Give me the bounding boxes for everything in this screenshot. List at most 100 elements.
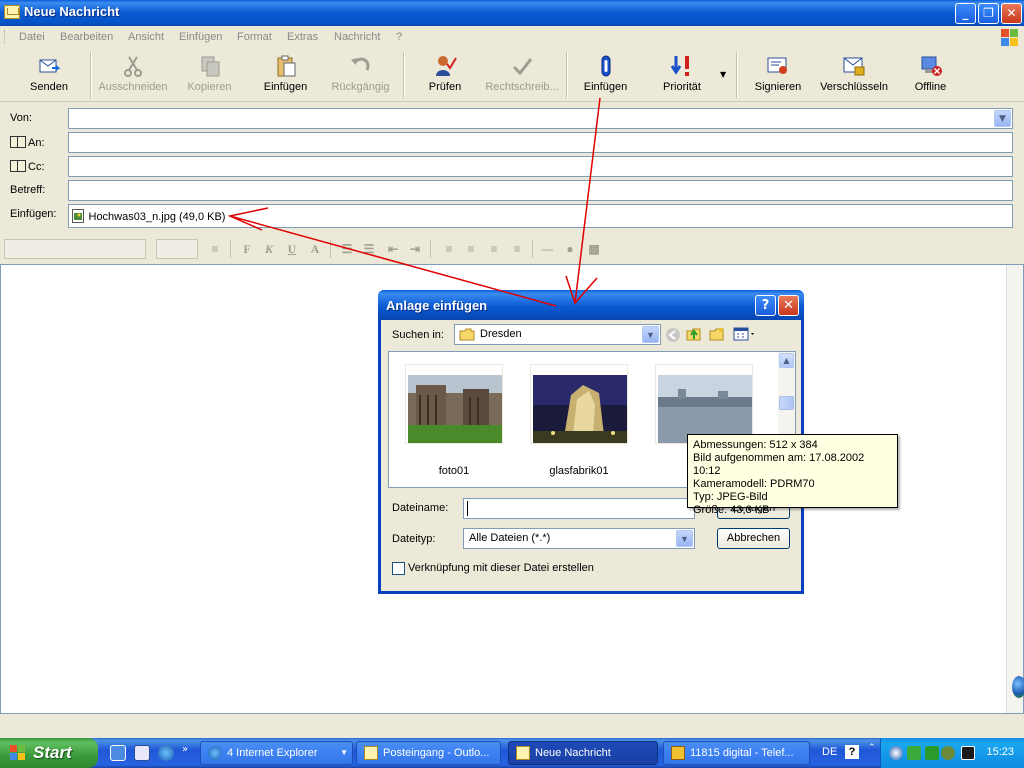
- offline-icon: [919, 54, 943, 78]
- dialog-titlebar[interactable]: Anlage einfügen ? ✕: [378, 290, 804, 320]
- tray-arrow-icon[interactable]: ⌃: [868, 743, 876, 753]
- sign-button[interactable]: Signieren: [752, 52, 804, 98]
- font-combo[interactable]: [4, 239, 146, 259]
- send-button[interactable]: Senden: [24, 52, 74, 98]
- attach-label: Einfügen:: [10, 208, 57, 220]
- quicklaunch-mail-icon[interactable]: [134, 745, 150, 761]
- scroll-up-icon[interactable]: ▲: [779, 353, 794, 368]
- filetype-combo[interactable]: Alle Dateien (*.*) ▼: [463, 528, 695, 549]
- bold-button[interactable]: F: [238, 240, 256, 258]
- undo-button[interactable]: Rückgängig: [328, 52, 393, 98]
- italic-button[interactable]: K: [260, 240, 278, 258]
- task-inbox[interactable]: Posteingang - Outlo...: [356, 741, 501, 765]
- file-thumbnail[interactable]: [530, 364, 628, 444]
- cut-button[interactable]: Ausschneiden: [98, 52, 168, 98]
- horizontal-line-icon[interactable]: —: [538, 240, 556, 258]
- text-caret: [467, 501, 468, 516]
- scrollbar-thumb[interactable]: [779, 396, 794, 410]
- spelling-button[interactable]: Rechtschreib...: [482, 52, 562, 98]
- offline-button[interactable]: Offline: [908, 52, 953, 98]
- chevron-down-icon[interactable]: ▼: [994, 110, 1011, 127]
- align-left-icon[interactable]: ≡: [440, 240, 458, 258]
- subject-field[interactable]: [68, 180, 1013, 201]
- help-icon[interactable]: ?: [845, 745, 859, 759]
- quicklaunch-ie-icon[interactable]: [158, 745, 174, 761]
- attach-field[interactable]: Hochwas03_n.jpg (49,0 KB): [68, 204, 1013, 228]
- language-indicator[interactable]: DE: [822, 746, 837, 758]
- font-color-icon[interactable]: A: [306, 240, 324, 258]
- to-field[interactable]: [68, 132, 1013, 153]
- tray-chevron-icon[interactable]: [889, 746, 903, 760]
- close-button[interactable]: ✕: [1001, 3, 1022, 24]
- maximize-button[interactable]: ❐: [978, 3, 999, 24]
- paragraph-style-icon[interactable]: ≡: [206, 240, 224, 258]
- body-scrollbar[interactable]: [1006, 265, 1023, 713]
- priority-button[interactable]: Priorität: [652, 52, 712, 98]
- menu-file[interactable]: Datei: [19, 31, 45, 43]
- menu-message[interactable]: Nachricht: [334, 31, 380, 43]
- increase-indent-icon[interactable]: ⇥: [406, 240, 424, 258]
- new-message-icon: [4, 5, 20, 19]
- to-label-wrap[interactable]: An:: [10, 136, 45, 149]
- phonebook-icon: [671, 746, 685, 760]
- chevron-down-icon[interactable]: ▼: [676, 530, 693, 547]
- start-label: Start: [33, 743, 72, 762]
- check-names-button[interactable]: Prüfen: [420, 52, 470, 98]
- align-center-icon[interactable]: ≡: [462, 240, 480, 258]
- link-file-checkbox[interactable]: [392, 562, 405, 575]
- menu-view[interactable]: Ansicht: [128, 31, 164, 43]
- task-telefon[interactable]: 11815 digital - Telef...: [663, 741, 810, 765]
- glass-factory-photo: [533, 375, 627, 443]
- tray-network-icon[interactable]: [907, 746, 921, 760]
- priority-dropdown-arrow[interactable]: ▼: [720, 70, 726, 79]
- underline-button[interactable]: U: [283, 240, 301, 258]
- attachment-item[interactable]: Hochwas03_n.jpg (49,0 KB): [72, 209, 225, 223]
- insert-attachment-button[interactable]: Einfügen: [578, 52, 633, 98]
- cc-label-wrap[interactable]: Cc:: [10, 160, 45, 173]
- justify-icon[interactable]: ≡: [508, 240, 526, 258]
- numbered-list-icon[interactable]: ☰: [338, 240, 356, 258]
- from-combo[interactable]: ▼: [68, 108, 1013, 129]
- tray-monitor-icon[interactable]: [961, 746, 975, 760]
- filename-field[interactable]: [463, 498, 695, 519]
- up-folder-icon[interactable]: [686, 326, 702, 342]
- chevron-down-icon[interactable]: ▼: [642, 326, 659, 343]
- decrease-indent-icon[interactable]: ⇤: [384, 240, 402, 258]
- menu-edit[interactable]: Bearbeiten: [60, 31, 113, 43]
- copy-button[interactable]: Kopieren: [182, 52, 237, 98]
- quicklaunch-expand-icon[interactable]: »: [182, 744, 188, 755]
- dialog-help-button[interactable]: ?: [755, 295, 776, 316]
- menu-help[interactable]: ?: [396, 31, 402, 43]
- quicklaunch-desktop-icon[interactable]: [110, 745, 126, 761]
- menu-tools[interactable]: Extras: [287, 31, 318, 43]
- file-thumbnail[interactable]: [655, 364, 753, 444]
- encrypt-button[interactable]: Verschlüsseln: [818, 52, 890, 98]
- start-button[interactable]: Start: [0, 738, 98, 768]
- minimize-button[interactable]: _: [955, 3, 976, 24]
- bullet-list-icon[interactable]: ☰: [360, 240, 378, 258]
- font-size-combo[interactable]: [156, 239, 198, 259]
- clock[interactable]: 15:23: [986, 746, 1014, 758]
- lookin-combo[interactable]: Dresden ▼: [454, 324, 661, 345]
- dialog-close-button[interactable]: ✕: [778, 295, 799, 316]
- task-new-message[interactable]: Neue Nachricht: [508, 741, 658, 765]
- filetype-label: Dateityp:: [392, 533, 436, 545]
- cancel-button[interactable]: Abbrechen: [717, 528, 790, 549]
- align-right-icon[interactable]: ≡: [485, 240, 503, 258]
- tray-battery-icon[interactable]: [925, 746, 939, 760]
- taskbar: Start » 4 Internet Explorer ▼ Posteingan…: [0, 738, 1024, 768]
- cc-field[interactable]: [68, 156, 1013, 177]
- new-folder-icon[interactable]: [709, 326, 725, 342]
- window-titlebar[interactable]: Neue Nachricht _ ❐ ✕: [0, 0, 1024, 26]
- view-menu-icon[interactable]: [733, 326, 757, 342]
- hyperlink-icon[interactable]: ●: [561, 240, 579, 258]
- task-internet-explorer[interactable]: 4 Internet Explorer ▼: [200, 741, 353, 765]
- menu-format[interactable]: Format: [237, 31, 272, 43]
- back-icon[interactable]: [665, 327, 681, 343]
- tray-security-icon[interactable]: [941, 746, 955, 760]
- menu-insert[interactable]: Einfügen: [179, 31, 222, 43]
- paste-button[interactable]: Einfügen: [258, 52, 313, 98]
- file-thumbnail[interactable]: [405, 364, 503, 444]
- insert-picture-icon[interactable]: ▦: [585, 240, 603, 258]
- task-group-arrow: ▼: [340, 748, 348, 757]
